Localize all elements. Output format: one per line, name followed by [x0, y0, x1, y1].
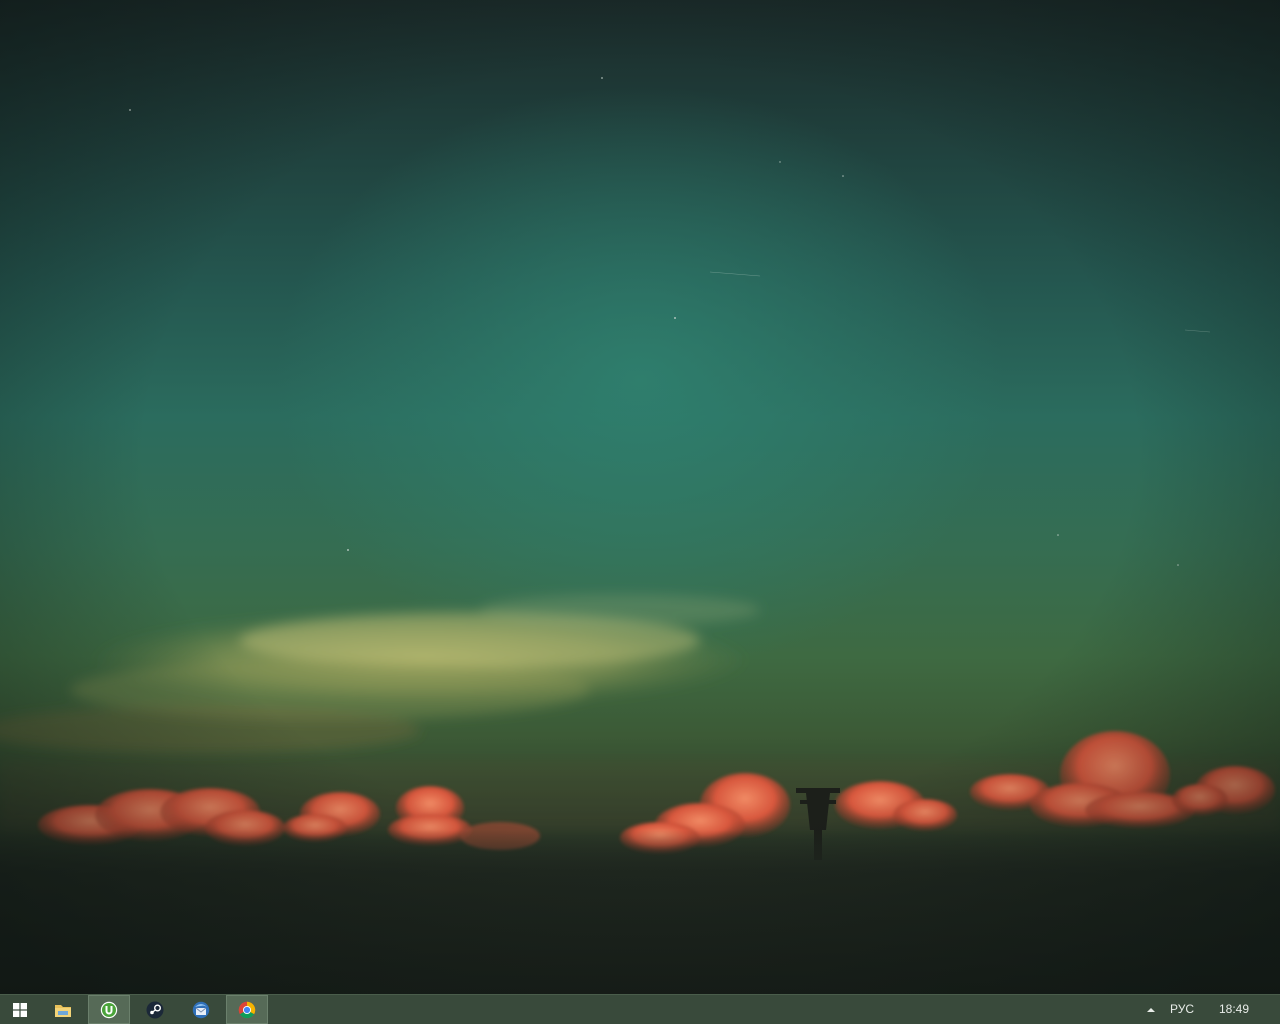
chevron-up-icon	[1147, 1007, 1155, 1012]
windows-logo-icon	[13, 1002, 27, 1017]
tray-show-hidden-icons-button[interactable]	[1140, 995, 1162, 1024]
taskbar-file-explorer-button[interactable]	[42, 995, 84, 1024]
steam-icon	[146, 1001, 164, 1018]
tray-language-indicator[interactable]: РУС	[1166, 995, 1198, 1024]
start-button[interactable]	[0, 995, 40, 1024]
taskbar-steam-button[interactable]	[134, 995, 176, 1024]
thunderbird-icon	[192, 1001, 210, 1018]
desktop-wallpaper	[0, 0, 1280, 994]
utorrent-icon	[100, 1001, 118, 1018]
taskbar-chrome-button[interactable]	[226, 995, 268, 1024]
taskbar: РУС 18:49	[0, 994, 1280, 1024]
tray-clock[interactable]: 18:49	[1212, 995, 1256, 1024]
taskbar-utorrent-button[interactable]	[88, 995, 130, 1024]
wallpaper-clouds	[0, 77, 1280, 994]
chrome-icon	[238, 1001, 256, 1018]
taskbar-thunderbird-button[interactable]	[180, 995, 222, 1024]
folder-icon	[55, 1004, 71, 1017]
